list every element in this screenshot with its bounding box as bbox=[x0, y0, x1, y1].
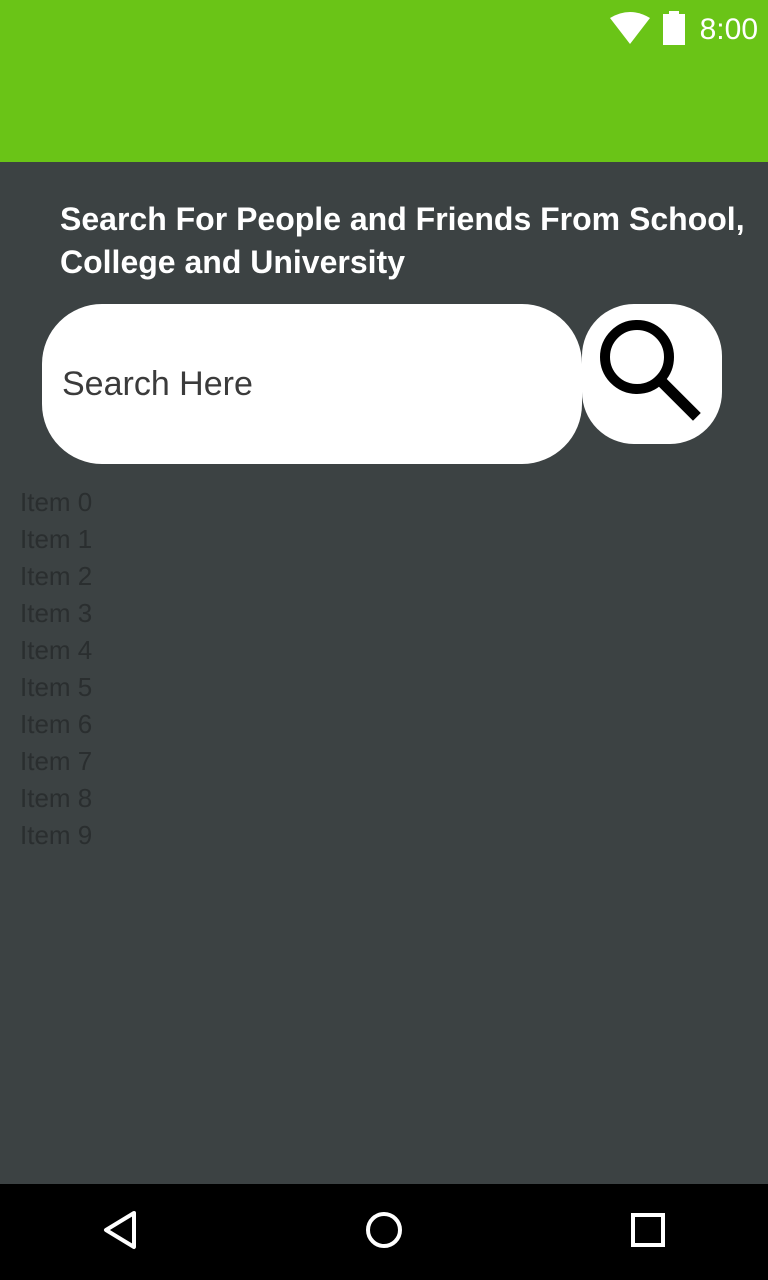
results-list: Item 0 Item 1 Item 2 Item 3 Item 4 Item … bbox=[20, 484, 92, 854]
navigation-bar bbox=[0, 1184, 768, 1280]
wifi-icon bbox=[609, 11, 650, 49]
status-bar: 8:00 bbox=[0, 0, 768, 162]
page-title-line-1: Search For People and Friends From Schoo… bbox=[60, 201, 745, 237]
list-item[interactable]: Item 2 bbox=[20, 558, 92, 595]
home-button[interactable] bbox=[324, 1184, 444, 1280]
page-title-line-2: College and University bbox=[60, 244, 405, 280]
home-icon bbox=[364, 1210, 404, 1255]
list-item[interactable]: Item 7 bbox=[20, 743, 92, 780]
status-time: 8:00 bbox=[699, 13, 758, 46]
list-item[interactable]: Item 3 bbox=[20, 595, 92, 632]
main-content: Search For People and Friends From Schoo… bbox=[0, 162, 768, 1184]
back-icon bbox=[100, 1210, 140, 1255]
list-item[interactable]: Item 9 bbox=[20, 817, 92, 854]
recents-button[interactable] bbox=[588, 1184, 708, 1280]
list-item[interactable]: Item 1 bbox=[20, 521, 92, 558]
recents-icon bbox=[628, 1210, 668, 1255]
search-input[interactable] bbox=[62, 364, 542, 404]
search-field[interactable] bbox=[42, 304, 582, 464]
list-item[interactable]: Item 8 bbox=[20, 780, 92, 817]
back-button[interactable] bbox=[60, 1184, 180, 1280]
status-icons: 8:00 bbox=[609, 8, 758, 52]
list-item[interactable]: Item 4 bbox=[20, 632, 92, 669]
list-item[interactable]: Item 0 bbox=[20, 484, 92, 521]
list-item[interactable]: Item 5 bbox=[20, 669, 92, 706]
battery-icon bbox=[662, 10, 686, 50]
page-title: Search For People and Friends From Schoo… bbox=[60, 198, 768, 284]
search-icon bbox=[599, 319, 705, 430]
search-button[interactable] bbox=[582, 304, 722, 444]
list-item[interactable]: Item 6 bbox=[20, 706, 92, 743]
